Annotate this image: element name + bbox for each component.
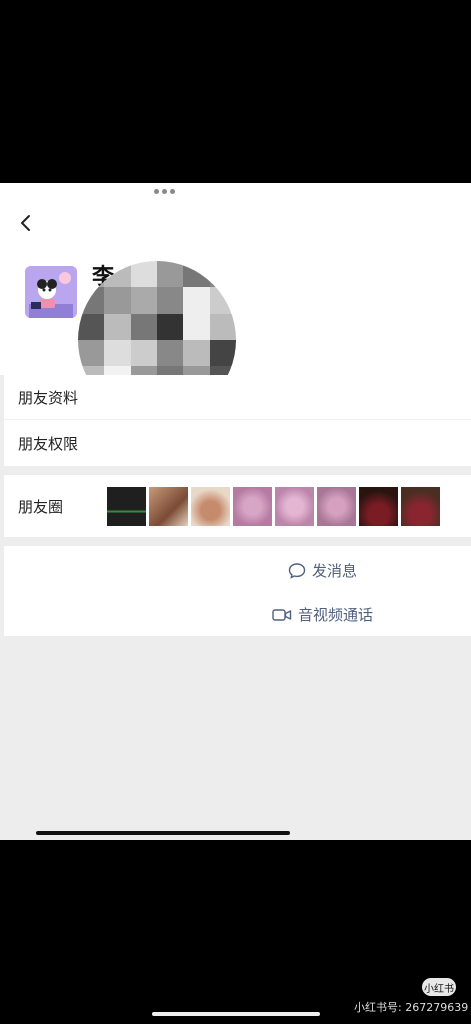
device-home-indicator: [152, 1012, 320, 1016]
contact-detail-screen: 李 朋友资料 朋友权限 朋友圈 发消息 音视频通话: [0, 183, 471, 840]
friend-info-label: 朋友资料: [18, 388, 79, 407]
avatar[interactable]: [25, 266, 77, 318]
moments-thumbnails: [107, 487, 440, 526]
moment-thumbnail: [149, 487, 188, 526]
action-panel: 发消息 音视频通话: [4, 546, 471, 636]
moment-thumbnail: [317, 487, 356, 526]
send-message-button[interactable]: 发消息: [288, 560, 357, 581]
friend-permissions-row[interactable]: 朋友权限: [4, 419, 471, 466]
video-call-label: 音视频通话: [298, 606, 374, 624]
chevron-left-icon: [21, 215, 30, 231]
video-camera-icon: [272, 608, 292, 621]
moment-thumbnail: [275, 487, 314, 526]
video-call-button[interactable]: 音视频通话: [272, 604, 373, 625]
watermark-badge: 小红书: [422, 978, 456, 996]
watermark-id: 小红书号: 267279639: [354, 1001, 469, 1014]
back-button[interactable]: [14, 211, 38, 235]
send-message-label: 发消息: [312, 562, 358, 580]
friend-permissions-label: 朋友权限: [18, 434, 79, 453]
moment-thumbnail: [233, 487, 272, 526]
moment-thumbnail: [401, 487, 440, 526]
home-indicator: [36, 831, 290, 835]
moment-thumbnail: [359, 487, 398, 526]
moments-row[interactable]: 朋友圈: [4, 475, 471, 537]
moment-thumbnail: [107, 487, 146, 526]
moments-label: 朋友圈: [18, 497, 64, 516]
chat-bubble-icon: [288, 562, 306, 579]
friend-info-row[interactable]: 朋友资料: [4, 375, 471, 419]
moment-thumbnail: [191, 487, 230, 526]
drag-handle[interactable]: [154, 189, 175, 194]
